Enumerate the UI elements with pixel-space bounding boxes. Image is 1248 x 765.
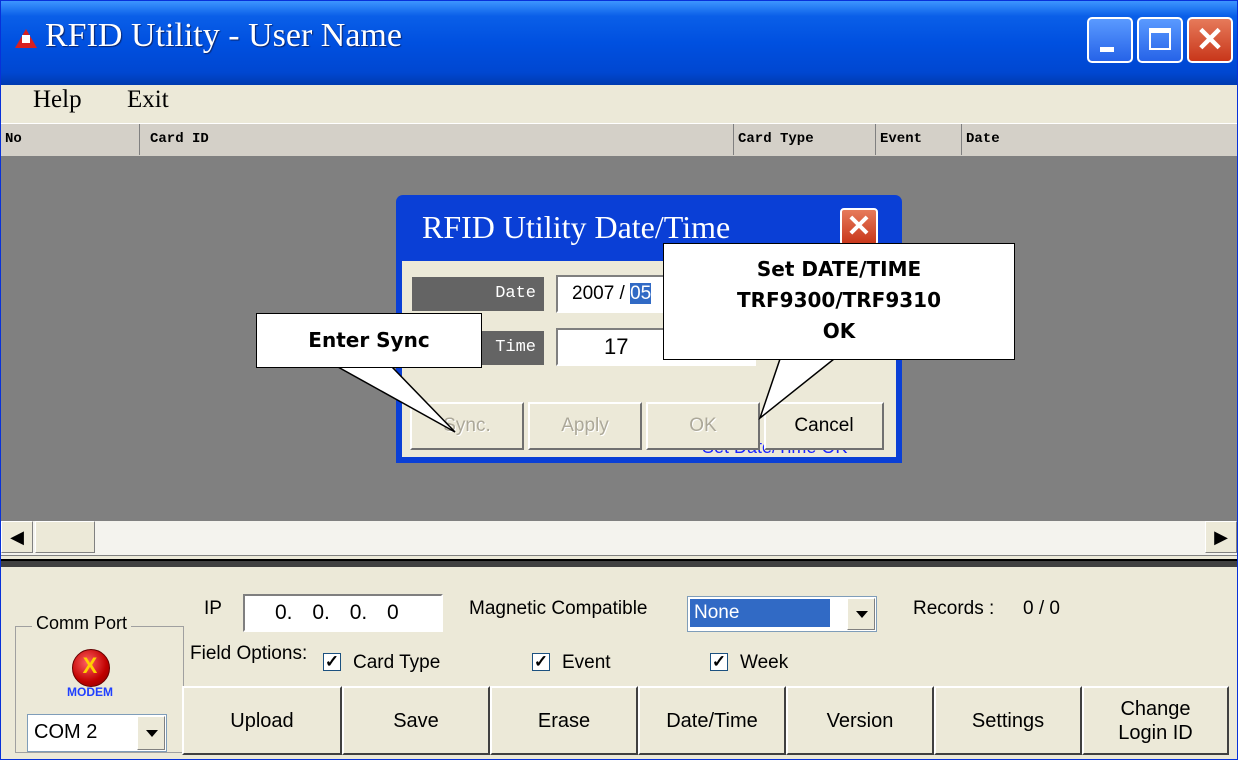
callout-pointers (335, 358, 837, 433)
enter-sync-pointer (335, 366, 456, 433)
enter-sync-callout: Enter Sync (256, 313, 482, 368)
set-datetime-pointer (758, 358, 837, 421)
set-datetime-callout: Set DATE/TIME TRF9300/TRF9310 OK (663, 243, 1015, 360)
